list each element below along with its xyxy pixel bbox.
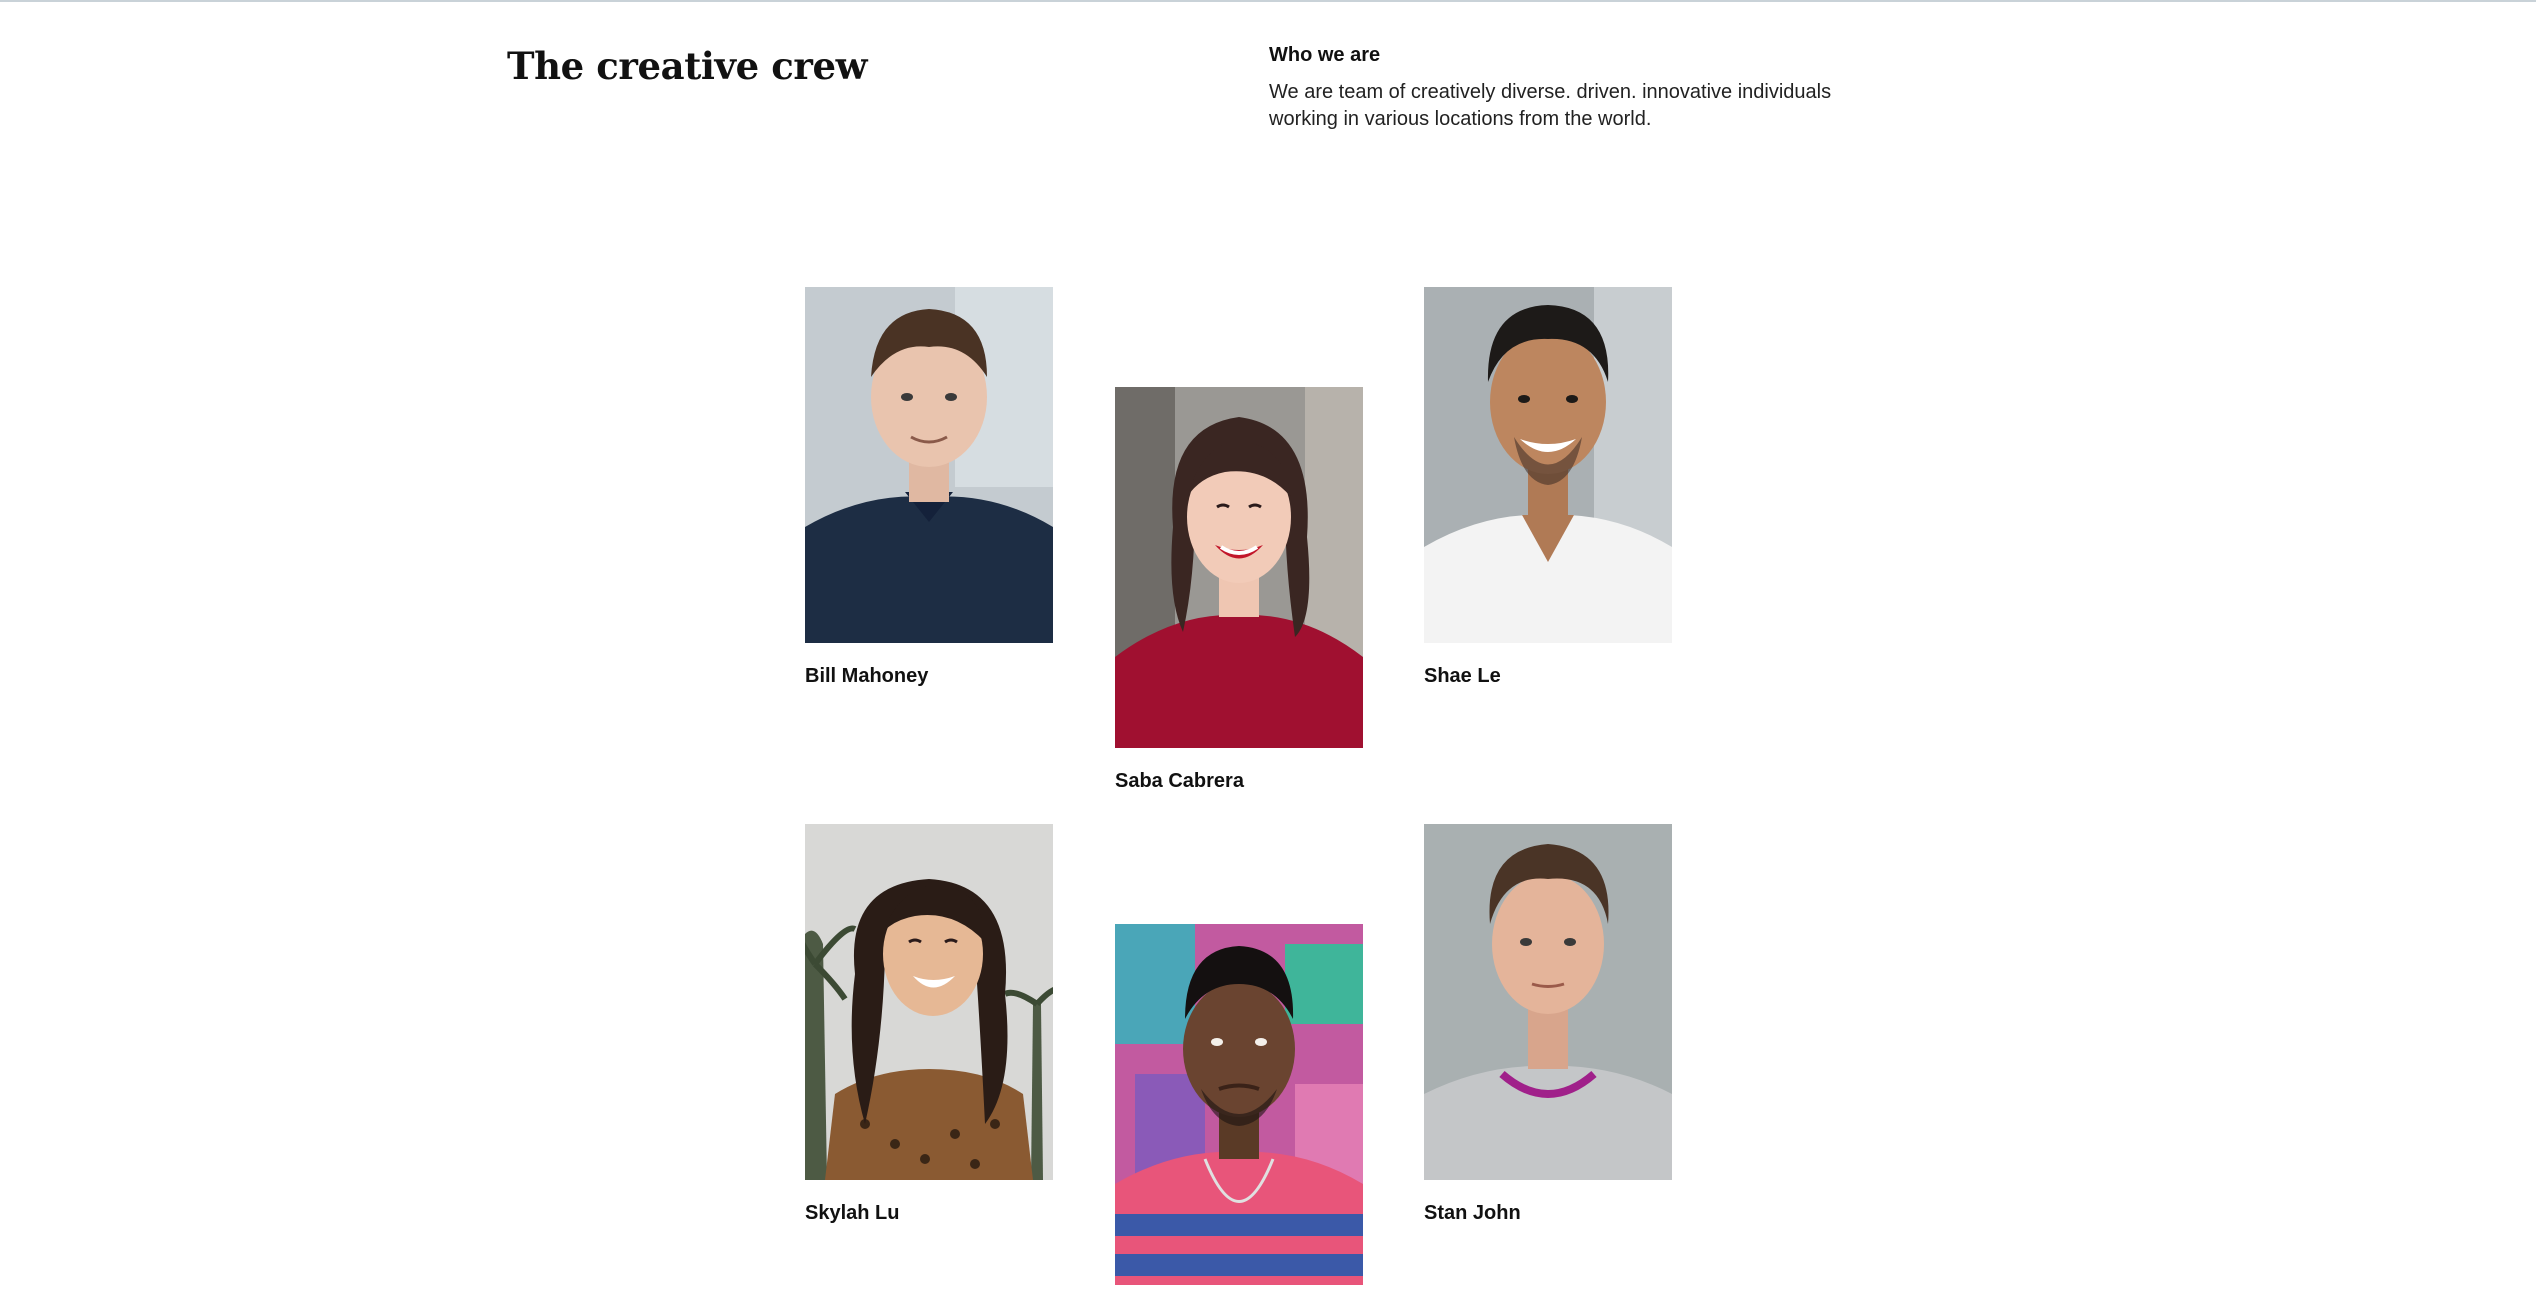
team-card[interactable]: DEVELOPER Stan John [1424,824,1714,1225]
team-card[interactable]: TECH LEAD Shae Le [1424,287,1714,688]
member-name: Shae Le [1424,665,1501,687]
member-name: Saba Cabrera [1115,770,1244,792]
portrait-image [805,824,1053,1180]
team-card[interactable]: UX DESIGNER Skylah Lu [805,824,1095,1225]
portrait-image [1424,287,1672,643]
team-card[interactable]: DEVELOPER [1115,924,1405,1285]
member-photo: PRODUCT OWNER [805,287,1053,643]
intro-section: Who we are We are team of creatively div… [1269,44,1909,133]
intro-text: We are team of creatively diverse. drive… [1269,81,1832,130]
member-photo: UX DESIGNER [805,824,1053,1180]
member-photo: ART DIRECTOR [1115,387,1363,748]
portrait-image [805,287,1053,643]
portrait-image [1115,387,1363,748]
top-divider [0,0,2536,2]
member-name: Skylah Lu [805,1202,900,1224]
team-card[interactable]: ART DIRECTOR Saba Cabrera [1115,387,1405,793]
team-card[interactable]: PRODUCT OWNER Bill Mahoney [805,287,1095,688]
page-title: The creative crew [507,44,868,88]
portrait-image [1424,824,1672,1180]
member-name: Bill Mahoney [805,665,929,687]
member-photo: DEVELOPER [1115,924,1363,1285]
member-photo: DEVELOPER [1424,824,1672,1180]
member-name: Stan John [1424,1202,1521,1224]
portrait-image [1115,924,1363,1285]
intro-heading: Who we are [1269,44,1381,66]
member-photo: TECH LEAD [1424,287,1672,643]
